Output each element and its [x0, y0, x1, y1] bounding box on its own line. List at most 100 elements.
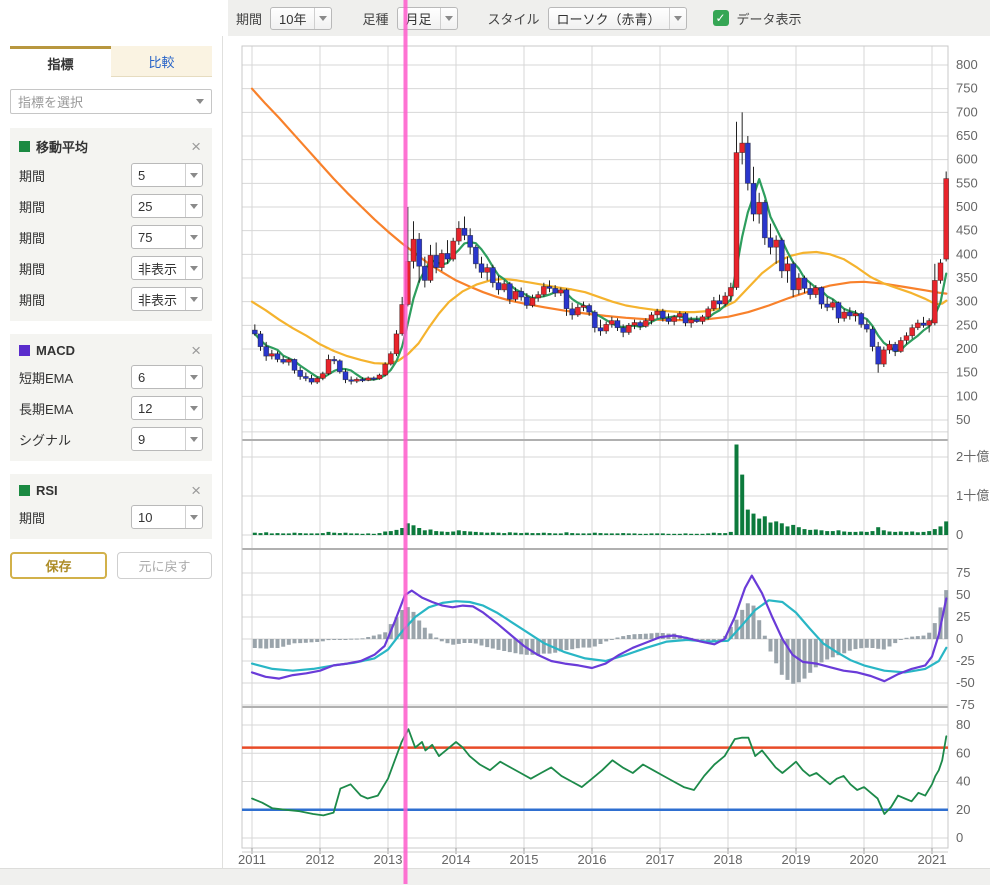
svg-text:150: 150 — [956, 365, 978, 380]
svg-text:500: 500 — [956, 199, 978, 214]
svg-text:600: 600 — [956, 152, 978, 167]
section-macd: MACD × 短期EMA 6 長期EMA 12 シグナル 9 — [10, 334, 212, 461]
svg-text:40: 40 — [956, 774, 970, 789]
svg-text:2017: 2017 — [646, 852, 675, 867]
svg-text:2014: 2014 — [442, 852, 471, 867]
chevron-down-icon — [185, 506, 202, 528]
chevron-down-icon — [185, 257, 202, 279]
ma-period-2-dropdown[interactable]: 25 — [131, 194, 203, 218]
section-moving-average: 移動平均 × 期間 5 期間 25 期間 75 期間 非表示 期間 非表示 — [10, 128, 212, 321]
svg-text:2018: 2018 — [714, 852, 743, 867]
period-label: 期間 — [236, 9, 262, 28]
chevron-down-icon — [185, 366, 202, 388]
macd-long-ema-dropdown[interactable]: 12 — [131, 396, 203, 420]
svg-text:650: 650 — [956, 128, 978, 143]
chevron-down-icon — [185, 226, 202, 248]
ma-period-4-dropdown[interactable]: 非表示 — [131, 256, 203, 280]
svg-text:350: 350 — [956, 270, 978, 285]
ma-period-3-dropdown[interactable]: 75 — [131, 225, 203, 249]
svg-text:2012: 2012 — [306, 852, 335, 867]
svg-text:100: 100 — [956, 388, 978, 403]
svg-text:2020: 2020 — [850, 852, 879, 867]
chart-area[interactable]: 8007507006506005505004504003503002502001… — [228, 36, 990, 870]
rsi-legend-swatch — [19, 485, 30, 496]
svg-text:60: 60 — [956, 745, 970, 760]
chevron-down-icon — [185, 397, 202, 419]
svg-text:2021: 2021 — [918, 852, 947, 867]
multi-panel-chart[interactable]: 8007507006506005505004504003503002502001… — [228, 36, 990, 870]
tab-indicators[interactable]: 指標 — [10, 46, 111, 77]
ma-legend-swatch — [19, 141, 30, 152]
chevron-down-icon — [185, 164, 202, 186]
svg-text:2019: 2019 — [782, 852, 811, 867]
param-label: 期間 — [19, 508, 45, 527]
period-dropdown[interactable]: 10年 — [270, 7, 332, 30]
param-label: 期間 — [19, 197, 45, 216]
param-label: 期間 — [19, 259, 45, 278]
macd-signal-dropdown[interactable]: 9 — [131, 427, 203, 451]
stock-chart-app: 期間 10年 足種 月足 スタイル ローソク（赤青） ✓ データ表示 指標 比較 — [0, 0, 990, 885]
svg-text:700: 700 — [956, 104, 978, 119]
svg-text:800: 800 — [956, 57, 978, 72]
indicator-select-placeholder: 指標を選択 — [18, 92, 83, 111]
axis-labels: 8007507006506005505004504003503002502001… — [238, 57, 989, 867]
svg-text:200: 200 — [956, 341, 978, 356]
macd-short-ema-dropdown[interactable]: 6 — [131, 365, 203, 389]
indicator-sidebar: 指標 比較 指標を選択 移動平均 × 期間 5 期間 25 期間 75 — [0, 46, 222, 579]
style-label: スタイル — [488, 9, 540, 28]
param-label: 期間 — [19, 290, 45, 309]
sidebar-divider — [222, 36, 223, 868]
svg-text:0: 0 — [956, 631, 963, 646]
svg-text:1十億: 1十億 — [956, 488, 989, 503]
svg-text:80: 80 — [956, 717, 970, 732]
candlesticks — [252, 112, 948, 384]
svg-text:2013: 2013 — [374, 852, 403, 867]
reset-button[interactable]: 元に戻す — [117, 552, 212, 579]
rsi-panel — [242, 729, 948, 815]
svg-text:20: 20 — [956, 802, 970, 817]
price-ma-lines — [252, 89, 946, 380]
close-icon[interactable]: × — [189, 344, 203, 357]
svg-text:25: 25 — [956, 609, 970, 624]
rsi-period-dropdown[interactable]: 10 — [131, 505, 203, 529]
data-display-label: データ表示 — [737, 9, 802, 28]
svg-text:-50: -50 — [956, 675, 975, 690]
svg-text:300: 300 — [956, 294, 978, 309]
tab-compare[interactable]: 比較 — [111, 46, 212, 77]
section-title: RSI — [36, 483, 189, 498]
sidebar-tabs: 指標 比較 — [10, 46, 212, 77]
close-icon[interactable]: × — [189, 140, 203, 153]
gridlines — [242, 46, 948, 848]
style-dropdown[interactable]: ローソク（赤青） — [548, 7, 687, 30]
section-rsi: RSI × 期間 10 — [10, 474, 212, 539]
chevron-down-icon — [314, 8, 331, 29]
svg-text:2十億: 2十億 — [956, 449, 989, 464]
chevron-down-icon — [185, 195, 202, 217]
svg-text:2016: 2016 — [578, 852, 607, 867]
svg-text:-25: -25 — [956, 653, 975, 668]
ma-period-5-dropdown[interactable]: 非表示 — [131, 287, 203, 311]
svg-text:0: 0 — [956, 527, 963, 542]
param-label: 短期EMA — [19, 368, 73, 387]
indicator-select[interactable]: 指標を選択 — [10, 89, 212, 114]
chevron-down-icon — [440, 8, 457, 29]
bar-type-dropdown[interactable]: 月足 — [397, 7, 458, 30]
save-button[interactable]: 保存 — [10, 552, 107, 579]
svg-text:750: 750 — [956, 81, 978, 96]
svg-text:75: 75 — [956, 565, 970, 580]
svg-text:2011: 2011 — [238, 852, 266, 867]
svg-text:400: 400 — [956, 246, 978, 261]
bottom-strip — [0, 868, 990, 885]
ma-period-1-dropdown[interactable]: 5 — [131, 163, 203, 187]
close-icon[interactable]: × — [189, 484, 203, 497]
data-display-checkbox[interactable]: ✓ — [713, 10, 729, 26]
section-title: 移動平均 — [36, 137, 189, 156]
svg-text:2015: 2015 — [510, 852, 539, 867]
chevron-down-icon — [196, 99, 204, 104]
macd-lines — [252, 576, 946, 682]
chart-toolbar: 期間 10年 足種 月足 スタイル ローソク（赤青） ✓ データ表示 — [228, 0, 990, 36]
bar-type-label: 足種 — [362, 9, 388, 28]
svg-text:0: 0 — [956, 830, 963, 845]
param-label: 期間 — [19, 228, 45, 247]
svg-text:450: 450 — [956, 223, 978, 238]
